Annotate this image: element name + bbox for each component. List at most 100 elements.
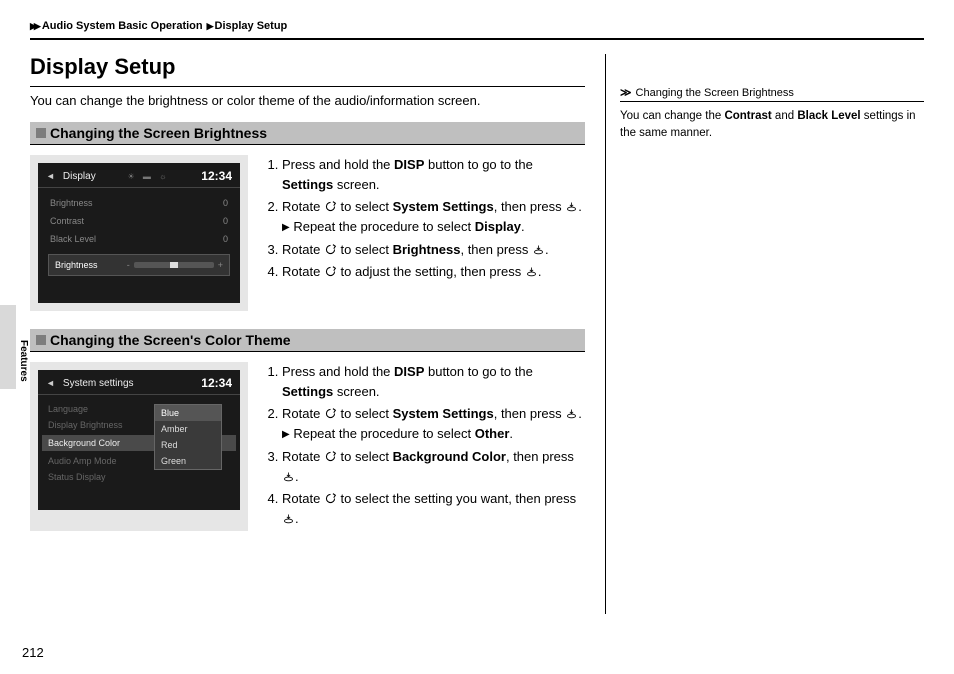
clock: 12:34 [201,376,232,390]
t: Repeat the procedure to select [293,426,474,441]
step-2: Rotate to select System Settings, then p… [282,404,585,444]
back-icon: ◄ [46,378,55,388]
t: screen. [333,384,379,399]
breadcrumb-level-1: Audio System Basic Operation [42,20,203,32]
t: DISP [394,157,424,172]
list-item: Status Display [48,469,230,485]
t: DISP [394,364,424,379]
section-heading-label: Changing the Screen Brightness [50,125,267,141]
note-heading: ≫ Changing the Screen Brightness [620,86,924,102]
section-heading-brightness: Changing the Screen Brightness [30,122,585,145]
t: Other [475,426,510,441]
screen-title: Display [63,171,96,182]
t: Rotate [282,264,324,279]
dial-icon [324,264,337,277]
t: Repeat the procedure to select [293,219,474,234]
note-body: You can change the Contrast and Black Le… [620,104,924,141]
page-title: Display Setup [30,54,585,80]
breadcrumb: ▶▶ Audio System Basic Operation ▶ Displa… [30,20,924,32]
t: to select the setting you want, then pre… [337,491,576,506]
step-4: Rotate to select the setting you want, t… [282,489,585,529]
t: Rotate [282,242,324,257]
dial-icon [324,242,337,255]
t: You can change the [620,110,724,122]
triangle-icon: ▶ [282,222,290,233]
press-icon [565,199,578,212]
section-heading-color: Changing the Screen's Color Theme [30,329,585,352]
row-val: 0 [223,234,228,244]
t: Contrast [724,110,771,122]
t: Rotate [282,449,324,464]
t: Rotate [282,406,324,421]
screenshot-brightness: ◄ Display ☀ ▬ ☼ 12:34 Brightness0 Contra… [30,155,248,311]
dropdown-option: Red [155,437,221,453]
chevron-right-icon: ▶▶ [30,21,38,32]
t: to adjust the setting, then press [337,264,525,279]
t: Press and hold the [282,157,394,172]
t: System Settings [393,406,494,421]
t: Background Color [393,449,506,464]
step-4: Rotate to adjust the setting, then press… [282,262,585,282]
t: , then press [494,406,566,421]
t: , then press [506,449,574,464]
thumb-tab [0,305,16,389]
t: Settings [282,384,333,399]
t: . [295,469,299,484]
t: Display [475,219,521,234]
t: screen. [333,177,379,192]
thumb-tab-label: Features [18,340,29,382]
dropdown-option: Blue [155,405,221,421]
t: and [772,110,798,122]
t: button to go to the [424,157,532,172]
dropdown-option: Green [155,453,221,469]
t: to select [337,242,393,257]
square-icon [36,128,46,138]
note-title: Changing the Screen Brightness [636,87,794,99]
square-icon [36,335,46,345]
t: , then press [460,242,532,257]
t: to select [337,199,393,214]
screenshot-color: ◄ System settings 12:34 Language Display… [30,362,248,531]
row-label: Contrast [50,216,84,226]
t: , then press [494,199,566,214]
step-3: Rotate to select Background Color, then … [282,447,585,487]
step-1: Press and hold the DISP button to go to … [282,155,585,195]
t: . [521,219,525,234]
t: button to go to the [424,364,532,379]
t: to select [337,406,393,421]
t: . [538,264,542,279]
note-icon: ≫ [620,86,632,99]
step-3: Rotate to select Brightness, then press … [282,240,585,260]
t: Brightness [393,242,461,257]
color-dropdown: Blue Amber Red Green [154,404,222,470]
row-val: 0 [223,198,228,208]
step-1: Press and hold the DISP button to go to … [282,362,585,402]
t: . [545,242,549,257]
t: to select [337,449,393,464]
press-icon [565,406,578,419]
triangle-icon: ▶ [282,429,290,440]
t: . [578,406,582,421]
t: Rotate [282,491,324,506]
divider [30,86,585,87]
t: . [509,426,513,441]
slider [134,262,214,268]
t: Settings [282,177,333,192]
press-icon [282,469,295,482]
dial-icon [324,406,337,419]
steps-list: Press and hold the DISP button to go to … [264,362,585,531]
t: Press and hold the [282,364,394,379]
dial-icon [324,199,337,212]
t: Black Level [797,110,860,122]
intro-text: You can change the brightness or color t… [30,93,585,108]
back-icon: ◄ [46,171,55,181]
dial-icon [324,491,337,504]
t: System Settings [393,199,494,214]
clock: 12:34 [201,169,232,183]
step-2: Rotate to select System Settings, then p… [282,197,585,237]
press-icon [532,242,545,255]
press-icon [525,264,538,277]
row-val: 0 [223,216,228,226]
t: Rotate [282,199,324,214]
side-note-column: ≫ Changing the Screen Brightness You can… [605,54,924,614]
